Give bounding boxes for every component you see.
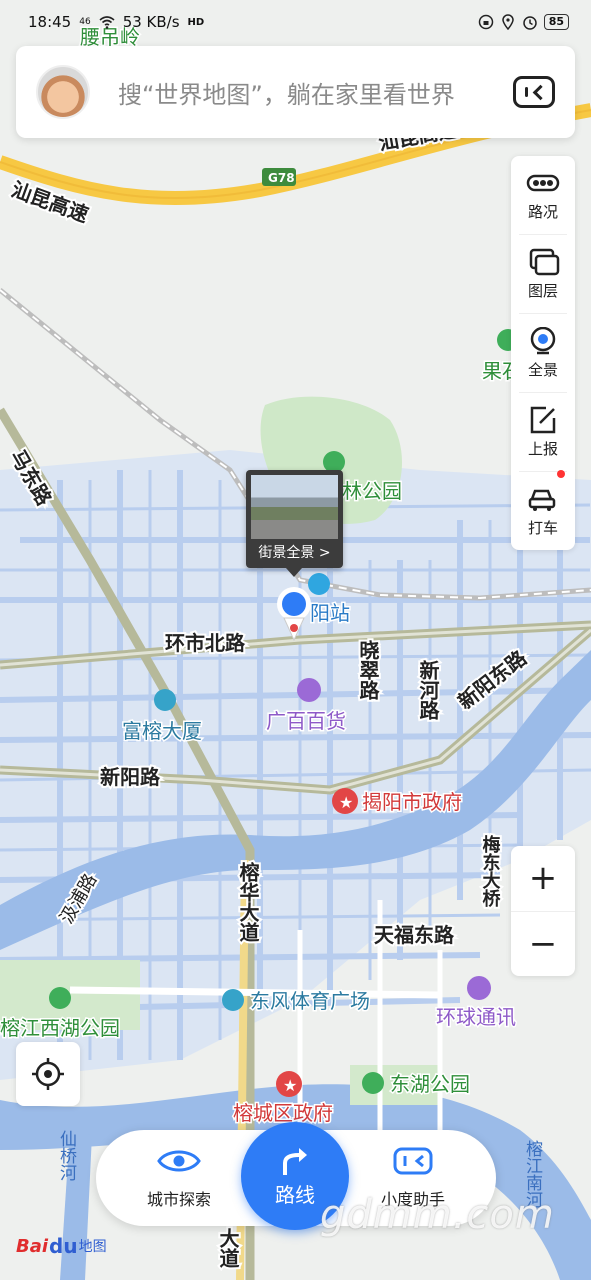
status-time: 18:45	[28, 13, 72, 31]
map-label-huanqiu: 环球通讯	[436, 1005, 516, 1029]
map-label-station: 阳站	[310, 601, 350, 625]
map-label-gov: 揭阳市政府	[362, 790, 462, 814]
toolbar-layers-label: 图层	[527, 281, 558, 300]
map-label-xinyang: 新阳路	[100, 765, 161, 789]
crosshair-icon	[32, 1058, 64, 1090]
eye-icon	[157, 1150, 201, 1172]
taxi-notification-dot	[557, 470, 565, 478]
traffic-icon	[526, 174, 560, 191]
map-label-ronghua: 榕华大道	[236, 861, 260, 942]
map-label-dongfeng: 东风体育广场	[250, 989, 370, 1013]
map-label-park: 林公园	[342, 479, 402, 503]
status-network: 46	[79, 17, 91, 27]
search-input[interactable]: 搜“世界地图”，躺在家里看世界	[118, 75, 513, 110]
logo-ditu: 地图	[78, 1239, 107, 1255]
map-label-donghu: 东湖公园	[390, 1072, 470, 1096]
lock-rotation-icon	[478, 14, 493, 30]
route-arrow-icon	[283, 1147, 307, 1175]
station-icon	[308, 573, 330, 595]
avatar[interactable]	[36, 65, 90, 119]
toolbar-layers-button[interactable]: 图层	[519, 235, 567, 314]
battery-level: 85	[543, 14, 569, 30]
watermark: gdmm.com	[320, 1192, 555, 1238]
status-right: 85	[478, 14, 569, 30]
street-view-thumbnail[interactable]	[251, 475, 338, 539]
map-label-guangbai: 广百百货	[266, 709, 346, 733]
search-bar[interactable]: 搜“世界地图”，躺在家里看世界	[16, 46, 575, 138]
zoom-in-button[interactable]: +	[511, 846, 575, 911]
svg-text:★: ★	[339, 793, 353, 812]
wifi-icon	[99, 16, 115, 29]
map-label-xianqiao: 仙桥河	[56, 1130, 77, 1181]
toolbar-panorama-label: 全景	[527, 360, 558, 379]
toolbar-taxi-button[interactable]: 打车	[519, 470, 567, 550]
logo-paw-du: du	[49, 1234, 78, 1258]
panorama-icon	[530, 326, 556, 354]
building-icon-dongfeng	[222, 989, 244, 1011]
g78-label: G78	[268, 171, 295, 185]
map-label-meidong: 梅东大桥	[480, 834, 501, 908]
map-label-rongjiang-west: 榕江西湖公园	[0, 1016, 120, 1040]
assistant-icon	[393, 1147, 433, 1175]
map-canvas[interactable]: 汕昆高速 汕昆高速 马东路 环市北路 新阳路 新阳东路 天福东路 晓翠路 新河路…	[0, 0, 591, 1280]
city-explore-label: 城市探索	[146, 1190, 211, 1209]
status-hd: HD	[187, 16, 205, 28]
toolbar-report-button[interactable]: 上报	[519, 393, 567, 472]
park-west-tree-icon	[49, 987, 71, 1009]
status-bar: 18:45 46 53 KB/s HD 85	[0, 0, 591, 44]
toolbar-panorama-button[interactable]: 全景	[519, 314, 567, 393]
alarm-icon	[522, 16, 537, 30]
route-label: 路线	[275, 1182, 315, 1207]
toolbar-traffic-label: 路况	[527, 202, 558, 221]
zoom-controls: + −	[511, 846, 575, 976]
status-left: 18:45 46 53 KB/s HD	[28, 13, 204, 31]
map-label-xinhe: 新河路	[416, 659, 440, 721]
map-label-furong: 富榕大厦	[122, 719, 202, 743]
location-status-icon	[501, 14, 514, 30]
toolbar-report-label: 上报	[527, 439, 558, 458]
city-explore-button[interactable]: 城市探索	[114, 1130, 244, 1226]
map-label-xiaocui: 晓翠路	[356, 640, 380, 701]
locate-button[interactable]	[16, 1042, 80, 1106]
toolbar-traffic-button[interactable]: 路况	[519, 156, 567, 235]
street-view-popup[interactable]: 街景全景 >	[246, 470, 343, 577]
shopping-icon-huanqiu	[467, 976, 491, 1000]
xiaodu-assistant-icon[interactable]	[513, 76, 555, 108]
street-view-label[interactable]: 街景全景 >	[246, 542, 343, 562]
map-label-dadao: 大道	[216, 1228, 240, 1268]
map-label-tianfu: 天福东路	[374, 923, 455, 947]
taxi-icon	[528, 489, 556, 511]
map-label-rongcheng-gov: 榕城区政府	[233, 1101, 333, 1125]
report-icon	[530, 406, 556, 433]
donghu-tree-icon	[362, 1072, 384, 1094]
map-app: 汕昆高速 汕昆高速 马东路 环市北路 新阳路 新阳东路 天福东路 晓翠路 新河路…	[0, 0, 591, 1280]
baidu-map-logo: Bai du 地图	[16, 1232, 107, 1260]
right-toolbar: 路况 图层 全景 上报 打车	[511, 156, 575, 550]
svg-text:★: ★	[283, 1076, 297, 1095]
toolbar-taxi-label: 打车	[527, 518, 558, 537]
building-icon-furong	[154, 689, 176, 711]
status-speed: 53 KB/s	[122, 13, 180, 31]
layers-icon	[529, 248, 560, 275]
logo-bai: Bai	[16, 1235, 49, 1257]
map-label-huanshi-bei: 环市北路	[165, 631, 246, 655]
zoom-out-button[interactable]: −	[511, 910, 575, 977]
shopping-icon-guangbai	[297, 678, 321, 702]
